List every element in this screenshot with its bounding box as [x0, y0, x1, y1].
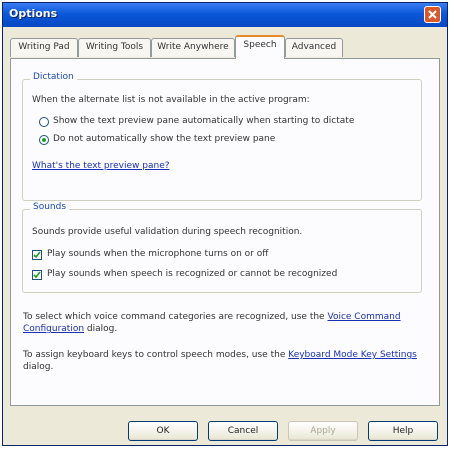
keyboard-mode-settings-link[interactable]: Keyboard Mode Key Settings	[288, 350, 417, 360]
dictation-intro: When the alternate list is not available…	[32, 95, 310, 105]
mic-sounds-checkbox[interactable]	[32, 250, 42, 260]
voice-command-info-prefix: To select which voice command categories…	[23, 312, 325, 322]
dictation-group: Dictation When the alternate list is not…	[22, 72, 422, 201]
tab-writing-tools[interactable]: Writing Tools	[78, 38, 151, 57]
ok-button[interactable]: OK	[128, 421, 198, 441]
preview-pane-help-link[interactable]: What's the text preview pane?	[32, 161, 170, 171]
voice-command-info: To select which voice command categories…	[23, 311, 418, 335]
close-icon	[428, 10, 437, 19]
checkmark-icon	[33, 251, 41, 259]
recognition-sounds-label[interactable]: Play sounds when speech is recognized or…	[47, 269, 337, 279]
tab-strip: Writing Pad Writing Tools Write Anywhere…	[10, 35, 440, 59]
no-preview-radio[interactable]	[39, 135, 49, 145]
recognition-sounds-checkbox[interactable]	[32, 270, 42, 280]
tab-write-anywhere[interactable]: Write Anywhere	[151, 38, 235, 57]
close-button[interactable]	[424, 6, 441, 23]
tab-writing-pad[interactable]: Writing Pad	[10, 38, 78, 57]
tab-advanced[interactable]: Advanced	[285, 38, 343, 57]
cancel-button[interactable]: Cancel	[208, 421, 278, 441]
no-preview-label[interactable]: Do not automatically show the text previ…	[53, 134, 275, 144]
speech-panel: Dictation When the alternate list is not…	[10, 58, 440, 406]
options-dialog: Options Writing Pad Writing Tools Write …	[2, 2, 448, 446]
tab-speech[interactable]: Speech	[235, 35, 285, 59]
checkmark-icon	[33, 271, 41, 279]
sounds-group-title: Sounds	[30, 202, 70, 212]
sounds-group: Sounds Sounds provide useful validation …	[22, 202, 422, 293]
help-button[interactable]: Help	[368, 421, 438, 441]
show-preview-label[interactable]: Show the text preview pane automatically…	[53, 116, 354, 126]
show-preview-radio[interactable]	[39, 117, 49, 127]
window-title: Options	[9, 7, 58, 20]
mic-sounds-label[interactable]: Play sounds when the microphone turns on…	[47, 249, 268, 259]
apply-button[interactable]: Apply	[288, 421, 358, 441]
title-bar[interactable]: Options	[3, 3, 447, 27]
dictation-group-title: Dictation	[30, 72, 77, 82]
keyboard-mode-info: To assign keyboard keys to control speec…	[23, 349, 418, 373]
sounds-intro: Sounds provide useful validation during …	[32, 227, 303, 237]
voice-command-info-suffix: dialog.	[86, 324, 118, 334]
keyboard-mode-info-prefix: To assign keyboard keys to control speec…	[23, 350, 286, 360]
keyboard-mode-info-suffix: dialog.	[23, 362, 54, 372]
